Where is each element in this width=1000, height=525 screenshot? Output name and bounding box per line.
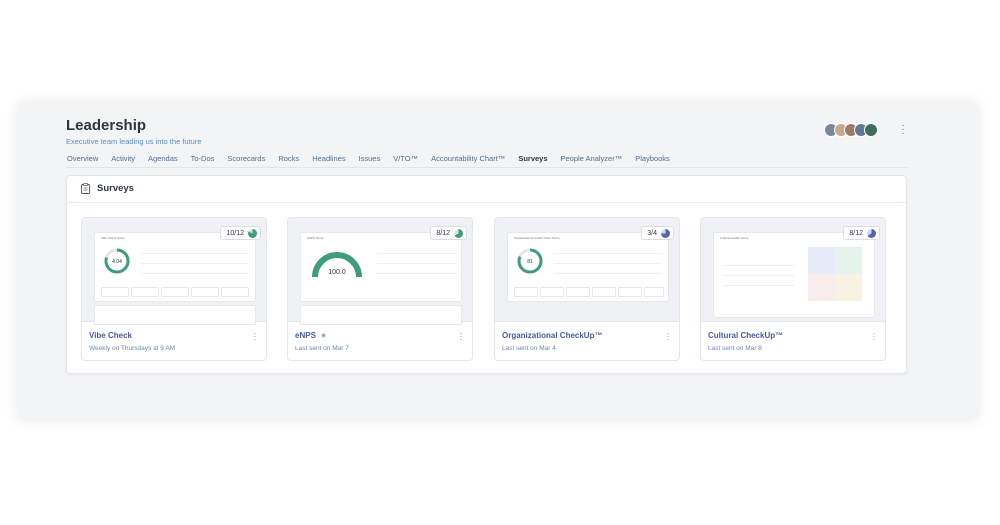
survey-preview-organizational-checkup: Organizational Health Index Score 81 3/4 xyxy=(495,218,679,322)
tab-people-analyzer[interactable]: People Analyzer™ xyxy=(561,154,623,168)
preview-title: eNPS Score xyxy=(307,236,324,240)
progress-pie-icon xyxy=(454,228,463,238)
surveys-card-title: Surveys xyxy=(97,183,134,194)
progress-pie-icon xyxy=(248,228,257,238)
survey-name[interactable]: Organizational CheckUp™ xyxy=(502,331,602,340)
preview-panel: Organizational Health Index Score 81 xyxy=(507,232,669,302)
survey-preview-cultural-checkup: Cultural Health Score 8/12 xyxy=(701,218,885,322)
survey-card-cultural-checkup[interactable]: Cultural Health Score 8/12 Cultural Chec… xyxy=(700,217,886,361)
page-subtitle: Executive team leading us into the futur… xyxy=(66,137,202,146)
quadrant-chart xyxy=(808,247,862,301)
preview-title: Vibe Check Score xyxy=(101,236,125,240)
surveys-card: Surveys Vibe Check Score 4.04 10/12 Vibe… xyxy=(66,175,907,374)
survey-last-sent: Last sent on Mar 8 xyxy=(708,345,762,352)
svg-text:100.0: 100.0 xyxy=(328,269,346,276)
tab-overview[interactable]: Overview xyxy=(67,154,98,168)
response-count-badge: 10/12 xyxy=(220,226,261,240)
page-title: Leadership xyxy=(66,117,147,134)
svg-text:4.04: 4.04 xyxy=(112,259,122,265)
survey-card-organizational-checkup[interactable]: Organizational Health Index Score 81 3/4… xyxy=(494,217,680,361)
tab-headlines[interactable]: Headlines xyxy=(312,154,345,168)
survey-last-sent: Last sent on Mar 4 xyxy=(502,345,556,352)
team-tabs: Overview Activity Agendas To-Dos Scoreca… xyxy=(67,154,683,168)
app-panel: Leadership Executive team leading us int… xyxy=(18,103,978,419)
survey-name[interactable]: eNPS ◉ xyxy=(295,331,326,340)
tab-playbooks[interactable]: Playbooks xyxy=(635,154,670,168)
progress-pie-icon xyxy=(867,228,876,238)
survey-name[interactable]: Cultural CheckUp™ xyxy=(708,331,783,340)
survey-menu-icon[interactable]: · · · xyxy=(666,330,670,344)
tab-issues[interactable]: Issues xyxy=(359,154,381,168)
survey-menu-icon[interactable]: · · · xyxy=(459,330,463,344)
tab-todos[interactable]: To-Dos xyxy=(191,154,215,168)
tab-agendas[interactable]: Agendas xyxy=(148,154,178,168)
survey-name[interactable]: Vibe Check xyxy=(89,331,132,340)
tab-divider xyxy=(66,167,908,168)
survey-schedule: Weekly on Thursdays at 9 AM xyxy=(89,345,176,352)
surveys-card-header: Surveys xyxy=(81,183,134,194)
tab-rocks[interactable]: Rocks xyxy=(278,154,299,168)
score-ring: 4.04 xyxy=(104,248,130,274)
preview-panel xyxy=(300,305,462,325)
survey-preview-vibe-check: Vibe Check Score 4.04 10/12 xyxy=(82,218,266,325)
preview-panel xyxy=(94,305,256,325)
survey-last-sent: Last sent on Mar 7 xyxy=(295,345,349,352)
survey-preview-enps: eNPS Score 100.0 8/12 xyxy=(288,218,472,325)
card-divider xyxy=(67,202,906,203)
avatar[interactable] xyxy=(864,123,878,137)
svg-text:81: 81 xyxy=(527,259,533,265)
preview-panel: Cultural Health Score xyxy=(713,232,875,318)
preview-title: Organizational Health Index Score xyxy=(514,236,560,240)
preview-title: Cultural Health Score xyxy=(720,236,749,240)
tab-vto[interactable]: V/TO™ xyxy=(393,154,418,168)
score-gauge: 100.0 xyxy=(312,252,362,278)
tab-scorecards[interactable]: Scorecards xyxy=(227,154,265,168)
progress-pie-icon xyxy=(661,228,670,238)
score-ring: 81 xyxy=(517,248,543,274)
eye-icon: ◉ xyxy=(320,333,327,340)
preview-panel: eNPS Score 100.0 xyxy=(300,232,462,302)
tab-surveys[interactable]: Surveys xyxy=(518,154,547,168)
survey-menu-icon[interactable]: · · · xyxy=(253,330,257,344)
survey-card-vibe-check[interactable]: Vibe Check Score 4.04 10/12 Vibe Check W… xyxy=(81,217,267,361)
clipboard-icon xyxy=(81,183,90,194)
preview-panel: Vibe Check Score 4.04 xyxy=(94,232,256,302)
response-count-badge: 8/12 xyxy=(430,226,467,240)
member-avatars[interactable] xyxy=(824,123,878,137)
survey-menu-icon[interactable]: · · · xyxy=(872,330,876,344)
tab-accountability-chart[interactable]: Accountability Chart™ xyxy=(431,154,505,168)
survey-card-enps[interactable]: eNPS Score 100.0 8/12 eNPS ◉ Last sent o… xyxy=(287,217,473,361)
response-count-badge: 8/12 xyxy=(843,226,880,240)
tab-activity[interactable]: Activity xyxy=(111,154,135,168)
team-menu-icon[interactable]: · · · xyxy=(900,121,906,139)
response-count-badge: 3/4 xyxy=(641,226,674,240)
